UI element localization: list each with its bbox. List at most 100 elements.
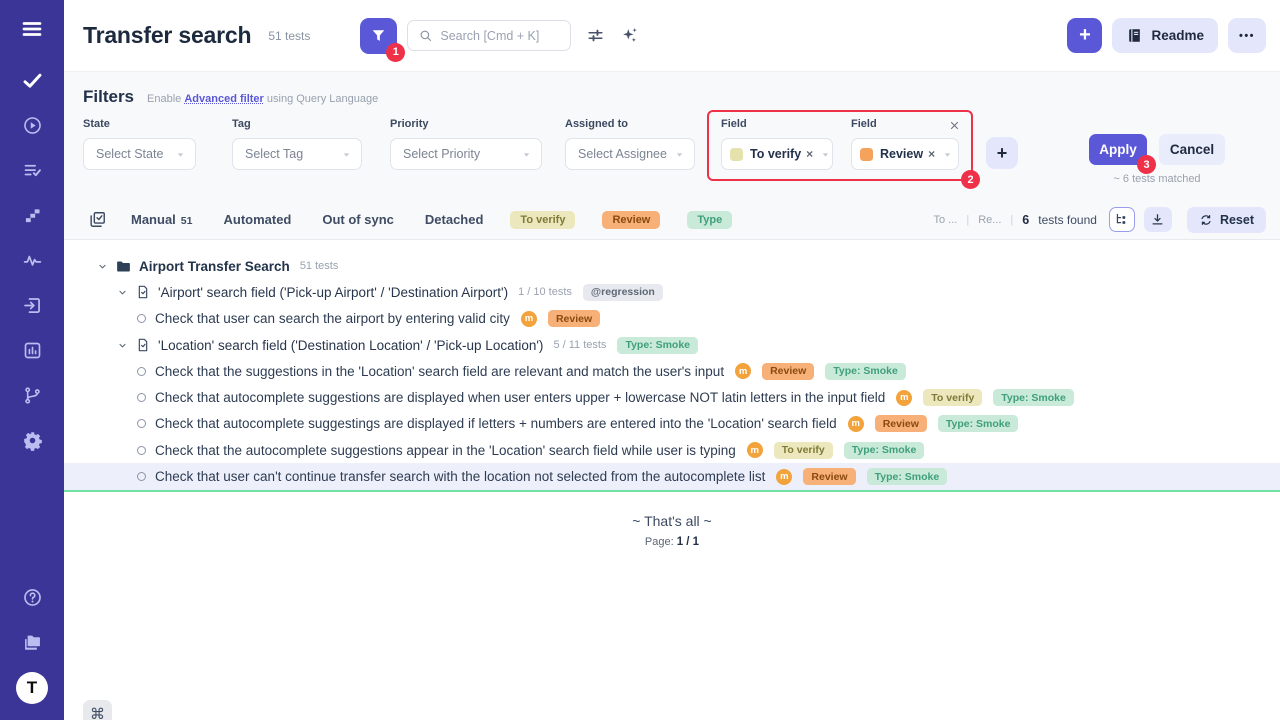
sidebar-item-pulls[interactable] [0, 283, 64, 328]
sidebar-item-projects[interactable] [0, 620, 64, 665]
truncated-filter-2[interactable]: Re... [978, 214, 1001, 226]
field-select-2[interactable]: Review× [851, 138, 959, 170]
projects-icon [22, 632, 43, 653]
advanced-filter-link[interactable]: Advanced filter [184, 93, 263, 105]
sidebar-item-help[interactable] [0, 575, 64, 620]
remove-value-icon[interactable]: × [928, 148, 935, 160]
display-settings-icon[interactable] [586, 26, 605, 45]
sidebar-item-branches[interactable] [0, 373, 64, 418]
toolbar-chips: To verify Review Type [510, 211, 732, 229]
sidebar-item-analytics[interactable] [0, 238, 64, 283]
folder-row[interactable]: Airport Transfer Search51 tests [64, 253, 1280, 279]
test-circle-icon [137, 472, 146, 481]
sidebar-item-menu[interactable] [0, 0, 64, 58]
badge-m: m [521, 311, 537, 327]
separator: | [1010, 214, 1013, 226]
sidebar-item-runs[interactable] [0, 103, 64, 148]
test-circle-icon [137, 419, 146, 428]
refresh-icon [1199, 213, 1213, 227]
tab-automated[interactable]: Automated [223, 212, 291, 227]
tests-count: 51 tests [268, 29, 310, 43]
sidebar-item-reports[interactable] [0, 328, 64, 373]
more-options-button[interactable]: ••• [1228, 18, 1266, 53]
suite-row[interactable]: 'Airport' search field ('Pick-up Airport… [64, 279, 1280, 305]
badge-m: m [735, 363, 751, 379]
command-shortcut-badge[interactable]: ⌘ [83, 700, 112, 720]
bulk-select-icon[interactable] [88, 210, 107, 229]
row-meta: 1 / 10 tests [518, 286, 572, 298]
page-label: Page: [645, 536, 674, 548]
readme-button[interactable]: Readme [1112, 18, 1218, 53]
badge-regression: @regression [583, 284, 663, 301]
badge-type-smoke: Type: Smoke [825, 363, 906, 380]
select-placeholder: Select State [96, 147, 168, 161]
field-select-1[interactable]: To verify× [721, 138, 833, 170]
badge-type-smoke: Type: Smoke [844, 442, 925, 459]
filter-label: Field [851, 118, 959, 131]
filters-subtitle: Enable Advanced filter using Query Langu… [147, 93, 378, 105]
filter-chip-review[interactable]: Review [602, 211, 660, 229]
select-arrow-icon [673, 148, 686, 161]
search-input[interactable]: Search [Cmd + K] [407, 20, 571, 51]
reset-button[interactable]: Reset [1187, 207, 1266, 233]
add-test-button[interactable]: + [1067, 18, 1102, 53]
select-arrow-icon [941, 148, 954, 161]
row-label: Airport Transfer Search [139, 259, 290, 274]
field-filters: 2 FieldTo verify×FieldReview× [707, 110, 973, 181]
row-label: Check that user can't continue transfer … [155, 469, 765, 484]
sidebar-item-steps[interactable] [0, 193, 64, 238]
cancel-button[interactable]: Cancel [1159, 134, 1225, 165]
select-assigned-to[interactable]: Select Assignee [565, 138, 695, 170]
app-logo[interactable]: T [16, 672, 48, 704]
select-priority[interactable]: Select Priority [390, 138, 542, 170]
test-row[interactable]: Check that user can't continue transfer … [64, 463, 1280, 489]
select-tag[interactable]: Select Tag [232, 138, 362, 170]
download-button[interactable] [1144, 207, 1172, 232]
test-row[interactable]: Check that autocomplete suggestions are … [64, 384, 1280, 410]
file-check-icon [135, 337, 151, 353]
tree-view-button[interactable] [1109, 207, 1135, 232]
badge-review: Review [548, 310, 600, 327]
page-value: 1 / 1 [677, 536, 699, 548]
test-row[interactable]: Check that user can search the airport b… [64, 306, 1280, 332]
suite-row[interactable]: 'Location' search field ('Destination Lo… [64, 332, 1280, 358]
apply-button[interactable]: Apply3 [1089, 134, 1147, 165]
file-check-icon [135, 284, 151, 300]
thats-all-text: ~ That's all ~ [64, 513, 1280, 529]
row-meta: 5 / 11 tests [553, 339, 606, 351]
test-row[interactable]: Check that autocomplete suggestings are … [64, 411, 1280, 437]
tab-out-of-sync[interactable]: Out of sync [322, 212, 394, 227]
annotation-step-1: 1 [386, 43, 405, 62]
tab-detached[interactable]: Detached [425, 212, 484, 227]
tests-matched-text: ~ 6 tests matched [1113, 173, 1200, 185]
tests-found-label: tests found [1038, 213, 1097, 227]
sidebar-item-tests[interactable] [0, 58, 64, 103]
sidebar-item-settings[interactable] [0, 418, 64, 463]
sidebar-item-plans[interactable] [0, 148, 64, 193]
badge-m: m [747, 442, 763, 458]
select-placeholder: Select Priority [403, 147, 514, 161]
ai-sparkles-icon[interactable] [620, 26, 639, 45]
test-circle-icon [137, 393, 146, 402]
apply-label: Apply [1099, 142, 1137, 157]
remove-value-icon[interactable]: × [806, 148, 813, 160]
select-arrow-icon [520, 148, 533, 161]
filter-chip-type[interactable]: Type [687, 211, 732, 229]
filter-chip-to-verify[interactable]: To verify [510, 211, 575, 229]
help-icon [22, 587, 43, 608]
select-state[interactable]: Select State [83, 138, 196, 170]
command-icon: ⌘ [90, 705, 105, 720]
truncated-filter-1[interactable]: To ... [933, 214, 957, 226]
branch-icon [22, 385, 43, 406]
add-field-filter-button[interactable]: + [986, 137, 1018, 169]
badge-m: m [848, 416, 864, 432]
select-placeholder: Select Assignee [578, 147, 667, 161]
badge-to-verify: To verify [923, 389, 982, 406]
remove-field-filter-icon[interactable] [948, 119, 961, 132]
readme-label: Readme [1151, 28, 1204, 43]
tab-manual[interactable]: Manual51 [131, 212, 192, 227]
filters-panel: Filters Enable Advanced filter using Que… [64, 72, 1280, 200]
badge-type-smoke: Type: Smoke [938, 415, 1019, 432]
test-row[interactable]: Check that the suggestions in the 'Locat… [64, 358, 1280, 384]
test-row[interactable]: Check that the autocomplete suggestions … [64, 437, 1280, 463]
